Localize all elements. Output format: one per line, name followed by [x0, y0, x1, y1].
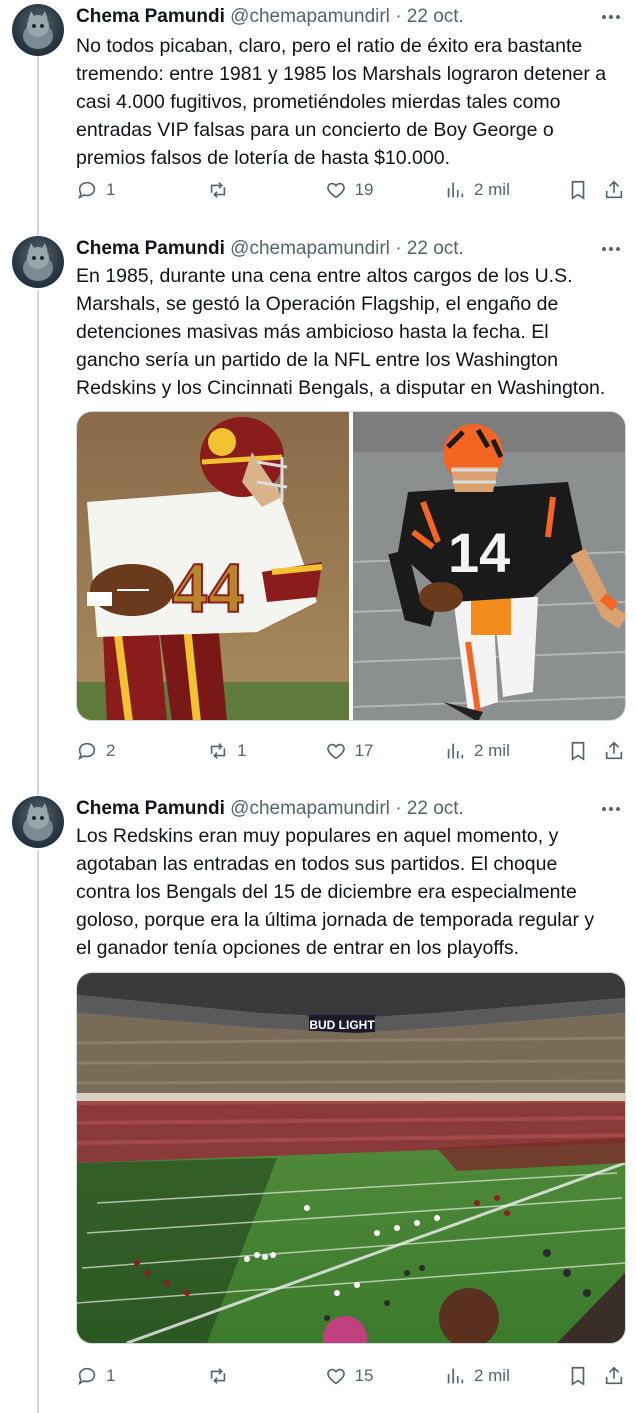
action-bar: 1 15 2 mil [76, 1362, 626, 1390]
author-name[interactable]: Chema Pamundi [76, 6, 225, 27]
reply-icon [78, 181, 96, 200]
reply-count: 1 [106, 180, 116, 199]
stadium-sign: BUD LIGHT [309, 1018, 375, 1032]
heart-icon [326, 182, 345, 199]
bookmark-icon [571, 1366, 585, 1386]
views-count: 2 mil [473, 1366, 510, 1385]
retweet-icon [210, 1368, 226, 1384]
photo-stadium[interactable]: BUD LIGHT [76, 972, 626, 1344]
tweet[interactable]: Chema Pamundi @chemapamundirl · 22 oct. … [0, 796, 636, 1396]
jersey-number: 14 [448, 521, 510, 584]
bookmark-icon [571, 180, 585, 200]
tweet-header: Chema Pamundi @chemapamundirl · 22 oct. [76, 796, 464, 822]
separator: · [395, 238, 402, 259]
avatar[interactable] [12, 796, 64, 848]
tweet-text: En 1985, durante una cena entre altos ca… [76, 265, 606, 399]
separator: · [395, 798, 402, 819]
bookmark-button[interactable] [567, 179, 602, 201]
photo-grid: 44 14 [76, 411, 626, 721]
share-button[interactable] [603, 740, 626, 762]
retweet-icon [210, 743, 226, 759]
author-handle[interactable]: @chemapamundirl [230, 798, 390, 819]
share-button[interactable] [603, 179, 626, 201]
action-bar: 1 19 2 mil [76, 176, 626, 204]
like-count: 15 [354, 1366, 374, 1385]
like-count: 17 [354, 741, 374, 760]
avatar[interactable] [12, 236, 64, 288]
share-button[interactable] [603, 1365, 626, 1387]
tweet[interactable]: Chema Pamundi @chemapamundirl · 22 oct. … [0, 4, 636, 214]
retweet-icon [210, 182, 226, 198]
views-button[interactable]: 2 mil [444, 179, 567, 201]
reply-button[interactable]: 1 [76, 1365, 207, 1387]
tweet-date[interactable]: 22 oct. [407, 238, 464, 259]
reply-button[interactable]: 2 [76, 740, 207, 762]
reply-button[interactable]: 1 [76, 179, 207, 201]
views-button[interactable]: 2 mil [444, 1365, 567, 1387]
author-handle[interactable]: @chemapamundirl [230, 6, 390, 27]
bookmark-button[interactable] [567, 1365, 602, 1387]
views-chart-icon [447, 1368, 464, 1384]
tweet[interactable]: Chema Pamundi @chemapamundirl · 22 oct. … [0, 236, 636, 776]
retweet-count: 1 [237, 741, 247, 760]
share-icon [605, 741, 622, 760]
separator: · [395, 6, 402, 27]
views-count: 2 mil [473, 180, 510, 199]
author-name[interactable]: Chema Pamundi [76, 798, 225, 819]
tweet-date[interactable]: 22 oct. [407, 798, 464, 819]
views-chart-icon [447, 182, 464, 198]
action-bar: 2 1 17 2 mil [76, 737, 626, 765]
more-dots-icon[interactable] [598, 796, 624, 822]
views-chart-icon [447, 743, 464, 759]
more-dots-icon[interactable] [598, 4, 624, 30]
tweet-text: No todos picaban, claro, pero el ratio d… [76, 35, 607, 169]
reply-icon [78, 1367, 96, 1386]
tweet-header: Chema Pamundi @chemapamundirl · 22 oct. [76, 236, 464, 262]
tweet-header: Chema Pamundi @chemapamundirl · 22 oct. [76, 4, 464, 30]
share-icon [605, 180, 622, 199]
reply-count: 1 [106, 1366, 116, 1385]
author-handle[interactable]: @chemapamundirl [230, 238, 390, 259]
photo-redskins-player[interactable]: 44 [77, 412, 350, 720]
like-button[interactable]: 15 [325, 1365, 444, 1387]
avatar[interactable] [12, 4, 64, 56]
reply-icon [78, 742, 96, 761]
bookmark-button[interactable] [567, 740, 602, 762]
bookmark-icon [571, 741, 585, 761]
retweet-button[interactable]: 1 [207, 740, 324, 762]
views-count: 2 mil [473, 741, 510, 760]
retweet-button[interactable] [207, 179, 324, 201]
retweet-button[interactable] [207, 1365, 324, 1387]
tweet-text: Los Redskins eran muy populares en aquel… [76, 825, 595, 959]
like-button[interactable]: 17 [325, 740, 444, 762]
photo-bengals-player[interactable]: 14 [352, 412, 625, 720]
share-icon [605, 1366, 622, 1385]
author-name[interactable]: Chema Pamundi [76, 238, 225, 259]
more-dots-icon[interactable] [598, 236, 624, 262]
tweet-date[interactable]: 22 oct. [407, 6, 464, 27]
jersey-number: 44 [172, 548, 244, 628]
views-button[interactable]: 2 mil [444, 740, 567, 762]
like-count: 19 [354, 180, 374, 199]
heart-icon [326, 743, 345, 760]
like-button[interactable]: 19 [325, 179, 444, 201]
reply-count: 2 [106, 741, 116, 760]
heart-icon [326, 1368, 345, 1385]
